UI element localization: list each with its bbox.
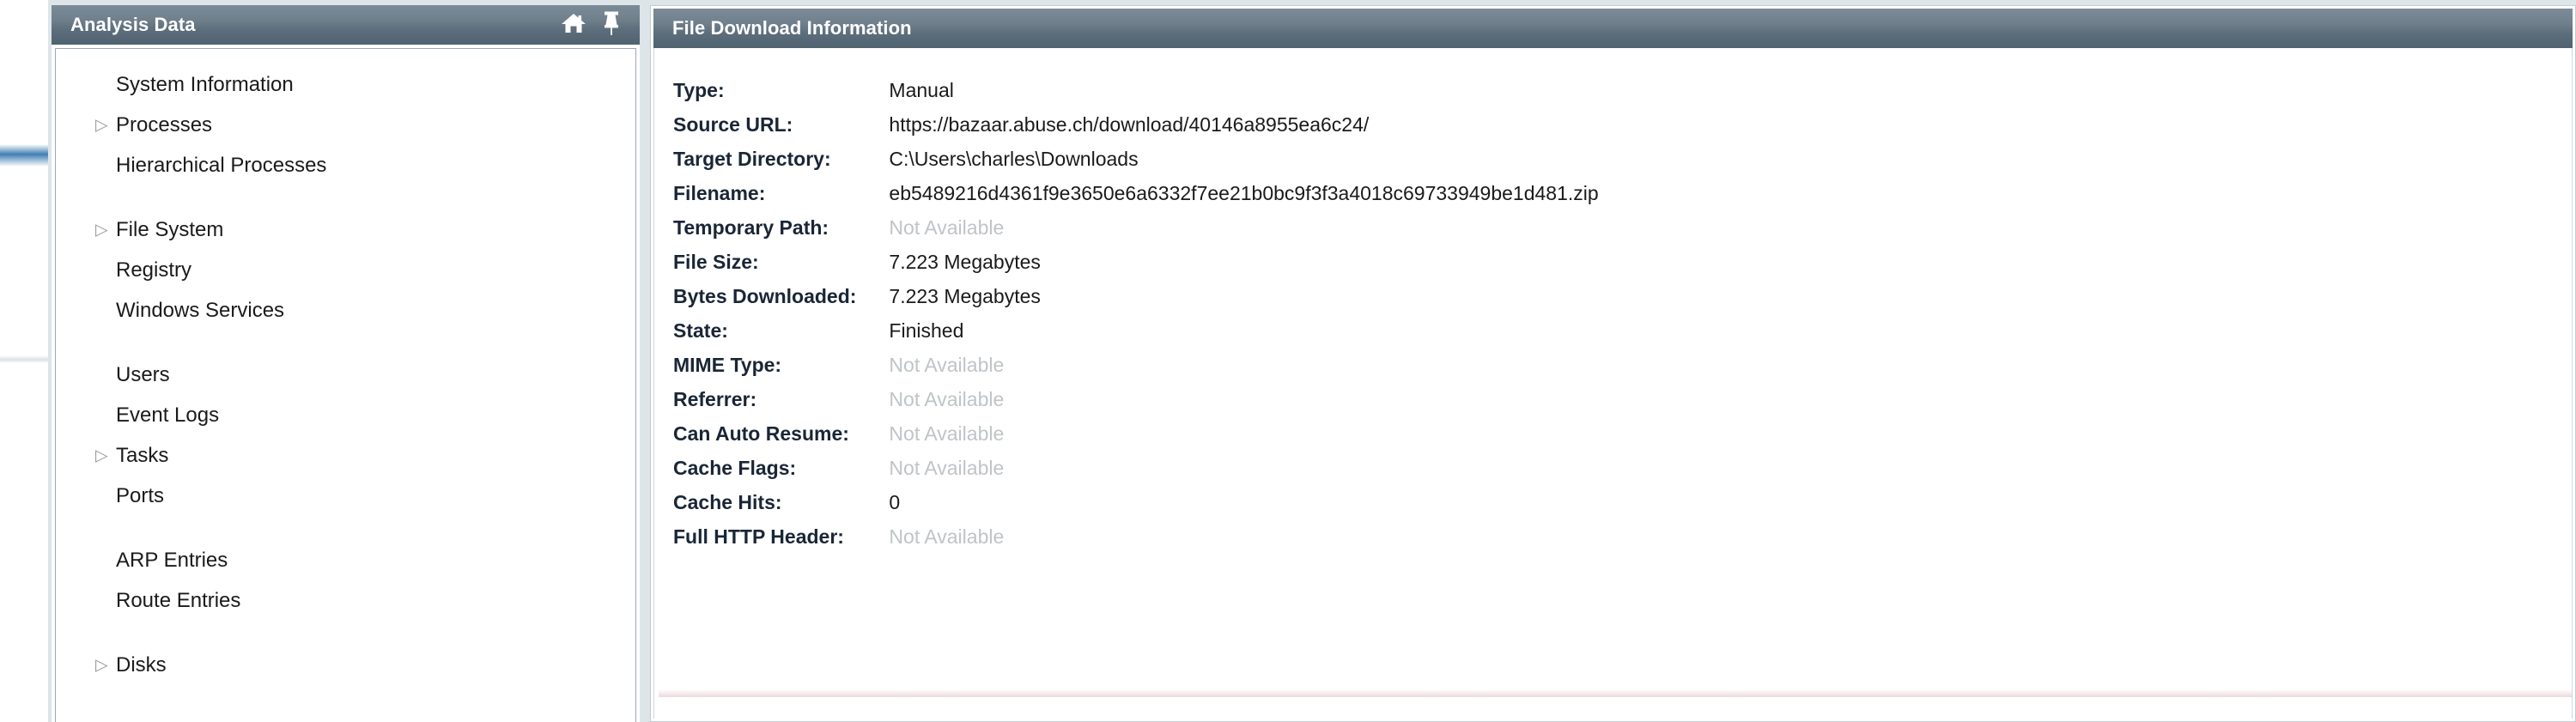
file-download-information-panel: File Download Information Type: Manual Sou… bbox=[650, 5, 2576, 722]
detail-value: 0 bbox=[889, 490, 901, 513]
sidebar-item-disks[interactable]: ▷ Disks bbox=[56, 645, 635, 685]
detail-table: Type: Manual Source URL: https://bazaar.abu… bbox=[673, 73, 1600, 554]
detail-row: Cache Flags: Not Available bbox=[673, 451, 1600, 485]
detail-value: https://bazaar.abuse.ch/download/40146a8… bbox=[889, 112, 1370, 136]
detail-value: 7.223 Megabytes bbox=[889, 284, 1041, 307]
detail-row: Source URL: https://bazaar.abuse.ch/downl… bbox=[673, 107, 1600, 142]
pin-icon[interactable] bbox=[602, 10, 621, 40]
wallpaper-image bbox=[0, 0, 48, 363]
detail-label: MIME Type: bbox=[673, 353, 782, 376]
detail-value: Manual bbox=[889, 78, 954, 101]
detail-label: Filename: bbox=[673, 181, 766, 204]
sidebar-item-label: Users bbox=[116, 362, 170, 386]
analysis-data-header: Analysis Data bbox=[52, 5, 640, 45]
sidebar-item-ports[interactable]: Ports bbox=[56, 476, 635, 516]
sidebar-item-arp-entries[interactable]: ARP Entries bbox=[56, 540, 635, 580]
detail-row: File Size: 7.223 Megabytes bbox=[673, 245, 1600, 279]
tree-item-list: System Information ▷ Processes Hierarchical… bbox=[56, 49, 635, 685]
tree-group-separator bbox=[56, 185, 635, 209]
sidebar-item-label: File System bbox=[116, 217, 224, 241]
chevron-right-icon[interactable]: ▷ bbox=[95, 447, 108, 464]
detail-label: File Size: bbox=[673, 250, 759, 273]
detail-row: State: Finished bbox=[673, 313, 1600, 348]
sidebar-item-route-entries[interactable]: Route Entries bbox=[56, 580, 635, 621]
detail-label: Cache Flags: bbox=[673, 456, 797, 479]
sidebar-item-label: Windows Services bbox=[116, 298, 285, 322]
sidebar-item-users[interactable]: Users bbox=[56, 355, 635, 395]
sidebar-item-label: Hierarchical Processes bbox=[116, 153, 327, 177]
sidebar-item-label: System Information bbox=[116, 72, 294, 96]
detail-label: Referrer: bbox=[673, 387, 757, 410]
sidebar-item-system-information[interactable]: System Information bbox=[56, 64, 635, 105]
sidebar-item-label: ARP Entries bbox=[116, 548, 228, 572]
analysis-data-title: Analysis Data bbox=[70, 14, 196, 35]
detail-row: Type: Manual bbox=[673, 73, 1600, 107]
desktop-background bbox=[0, 0, 48, 722]
tree-group-separator bbox=[56, 516, 635, 540]
tree-group-separator bbox=[56, 331, 635, 355]
analysis-data-tree[interactable]: System Information ▷ Processes Hierarchical… bbox=[55, 48, 636, 722]
detail-value: Finished bbox=[889, 319, 964, 342]
sidebar-item-windows-services[interactable]: Windows Services bbox=[56, 290, 635, 331]
sidebar-item-label: Route Entries bbox=[116, 588, 241, 612]
sidebar-item-hierarchical-processes[interactable]: Hierarchical Processes bbox=[56, 145, 635, 185]
accent-bar-shadow bbox=[659, 689, 2572, 697]
sidebar-item-label: Registry bbox=[116, 258, 192, 282]
sidebar-item-label: Processes bbox=[116, 112, 213, 137]
sidebar-item-registry[interactable]: Registry bbox=[56, 250, 635, 290]
detail-value: 7.223 Megabytes bbox=[889, 250, 1041, 273]
detail-label: Temporary Path: bbox=[673, 215, 829, 239]
tree-group-separator bbox=[56, 621, 635, 645]
detail-label: Full HTTP Header: bbox=[673, 525, 844, 548]
sidebar-item-tasks[interactable]: ▷ Tasks bbox=[56, 435, 635, 476]
detail-value: Not Available bbox=[889, 215, 1005, 239]
detail-label: Source URL: bbox=[673, 112, 793, 136]
file-download-information-title: File Download Information bbox=[672, 17, 912, 39]
sidebar-item-label: Tasks bbox=[116, 443, 169, 467]
detail-row: Can Auto Resume: Not Available bbox=[673, 416, 1600, 451]
detail-value: Not Available bbox=[889, 456, 1005, 479]
detail-value: Not Available bbox=[889, 387, 1005, 410]
sidebar-item-file-system[interactable]: ▷ File System bbox=[56, 209, 635, 250]
detail-value: eb5489216d4361f9e3650e6a6332f7ee21b0bc9f… bbox=[889, 181, 1599, 204]
file-download-information-header: File Download Information bbox=[653, 9, 2573, 48]
wallpaper-light-streak bbox=[0, 144, 48, 167]
detail-label: Bytes Downloaded: bbox=[673, 284, 857, 307]
sidebar-item-label: Event Logs bbox=[116, 403, 220, 427]
detail-row: MIME Type: Not Available bbox=[673, 348, 1600, 382]
detail-row: Full HTTP Header: Not Available bbox=[673, 519, 1600, 554]
wallpaper-lower-edge bbox=[0, 355, 48, 363]
application-window: Analysis Data System Information ▷ Proce… bbox=[0, 0, 2576, 722]
chevron-right-icon[interactable]: ▷ bbox=[95, 221, 108, 238]
panel-header-tools bbox=[561, 10, 621, 40]
detail-row: Filename: eb5489216d4361f9e3650e6a6332f7e… bbox=[673, 176, 1600, 210]
accent-bar bbox=[659, 697, 2572, 711]
chevron-right-icon[interactable]: ▷ bbox=[95, 117, 108, 133]
home-icon[interactable] bbox=[561, 12, 586, 39]
detail-row: Temporary Path: Not Available bbox=[673, 210, 1600, 245]
detail-row: Referrer: Not Available bbox=[673, 382, 1600, 416]
detail-label: Can Auto Resume: bbox=[673, 422, 849, 445]
sidebar-item-processes[interactable]: ▷ Processes bbox=[56, 105, 635, 145]
detail-row: Cache Hits: 0 bbox=[673, 485, 1600, 519]
detail-value: Not Available bbox=[889, 422, 1005, 445]
detail-label: Target Directory: bbox=[673, 147, 831, 170]
detail-value: Not Available bbox=[889, 353, 1005, 376]
file-download-details: Type: Manual Source URL: https://bazaar.abu… bbox=[653, 48, 2573, 719]
detail-label: Type: bbox=[673, 78, 725, 101]
detail-label: State: bbox=[673, 319, 728, 342]
detail-value: Not Available bbox=[889, 525, 1005, 548]
detail-label: Cache Hits: bbox=[673, 490, 782, 513]
sidebar-item-event-logs[interactable]: Event Logs bbox=[56, 395, 635, 435]
analysis-data-panel: Analysis Data System Information ▷ Proce… bbox=[52, 5, 640, 722]
chevron-right-icon[interactable]: ▷ bbox=[95, 657, 108, 673]
detail-row: Bytes Downloaded: 7.223 Megabytes bbox=[673, 279, 1600, 313]
sidebar-item-label: Disks bbox=[116, 652, 167, 676]
detail-row: Target Directory: C:\Users\charles\Downlo… bbox=[673, 142, 1600, 176]
sidebar-item-label: Ports bbox=[116, 483, 165, 507]
detail-value: C:\Users\charles\Downloads bbox=[889, 147, 1139, 170]
